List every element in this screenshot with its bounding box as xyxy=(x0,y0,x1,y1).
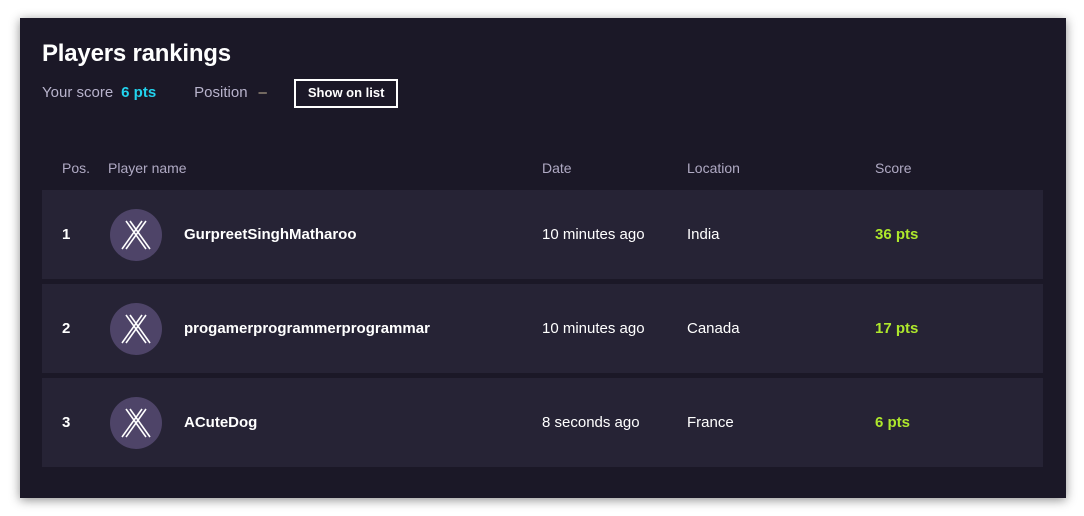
position-value: – xyxy=(258,84,267,101)
card-header: Players rankings Your score 6 pts Positi… xyxy=(42,40,1042,108)
show-on-list-button[interactable]: Show on list xyxy=(293,78,399,108)
column-header-date: Date xyxy=(542,160,572,176)
players-rankings-card: Players rankings Your score 6 pts Positi… xyxy=(20,18,1066,498)
table-body: 1 GurpreetSinghMatharoo 10 minutes ago Ind… xyxy=(42,190,1043,467)
cell-position: 2 xyxy=(62,320,71,337)
table-header-row: Pos. Player name Date Location Score xyxy=(42,146,1043,190)
rankings-table: Pos. Player name Date Location Score 1 G… xyxy=(42,146,1043,467)
cell-location: Canada xyxy=(687,320,740,337)
player-name: ACuteDog xyxy=(184,414,258,431)
column-header-score: Score xyxy=(875,160,912,176)
player-name: GurpreetSinghMatharoo xyxy=(184,226,357,243)
table-row[interactable]: 3 ACuteDog 8 seconds ago France 6 pts xyxy=(42,378,1043,467)
player-name: progamerprogrammerprogrammar xyxy=(184,320,430,337)
cell-position: 1 xyxy=(62,226,71,243)
cell-location: France xyxy=(687,414,734,431)
cell-date: 10 minutes ago xyxy=(542,320,645,337)
crossed-lines-avatar-icon xyxy=(121,220,151,249)
your-score-value: 6 pts xyxy=(121,84,157,101)
table-row[interactable]: 1 GurpreetSinghMatharoo 10 minutes ago Ind… xyxy=(42,190,1043,279)
cell-score: 17 pts xyxy=(875,320,919,337)
cell-position: 3 xyxy=(62,414,71,431)
score-summary-row: Your score 6 pts Position – Show on list xyxy=(42,78,1042,108)
cell-player: progamerprogrammerprogrammar xyxy=(108,302,542,355)
cell-date: 8 seconds ago xyxy=(542,414,640,431)
column-header-player: Player name xyxy=(108,160,187,176)
your-score-label: Your score xyxy=(42,84,114,101)
avatar xyxy=(110,302,162,355)
cell-player: ACuteDog xyxy=(108,396,542,449)
cell-player: GurpreetSinghMatharoo xyxy=(108,208,542,261)
crossed-lines-avatar-icon xyxy=(121,314,151,343)
table-row[interactable]: 2 progamerprogrammerprogrammar 10 minutes… xyxy=(42,284,1043,373)
page-title: Players rankings xyxy=(42,40,231,67)
page-root: Players rankings Your score 6 pts Positi… xyxy=(0,0,1084,516)
avatar xyxy=(110,396,162,449)
cell-score: 36 pts xyxy=(875,226,919,243)
cell-score: 6 pts xyxy=(875,414,911,431)
avatar xyxy=(110,208,162,261)
column-header-location: Location xyxy=(687,160,740,176)
cell-location: India xyxy=(687,226,720,243)
position-label: Position xyxy=(194,84,248,101)
cell-date: 10 minutes ago xyxy=(542,226,645,243)
crossed-lines-avatar-icon xyxy=(121,408,151,437)
column-header-pos: Pos. xyxy=(62,160,91,176)
